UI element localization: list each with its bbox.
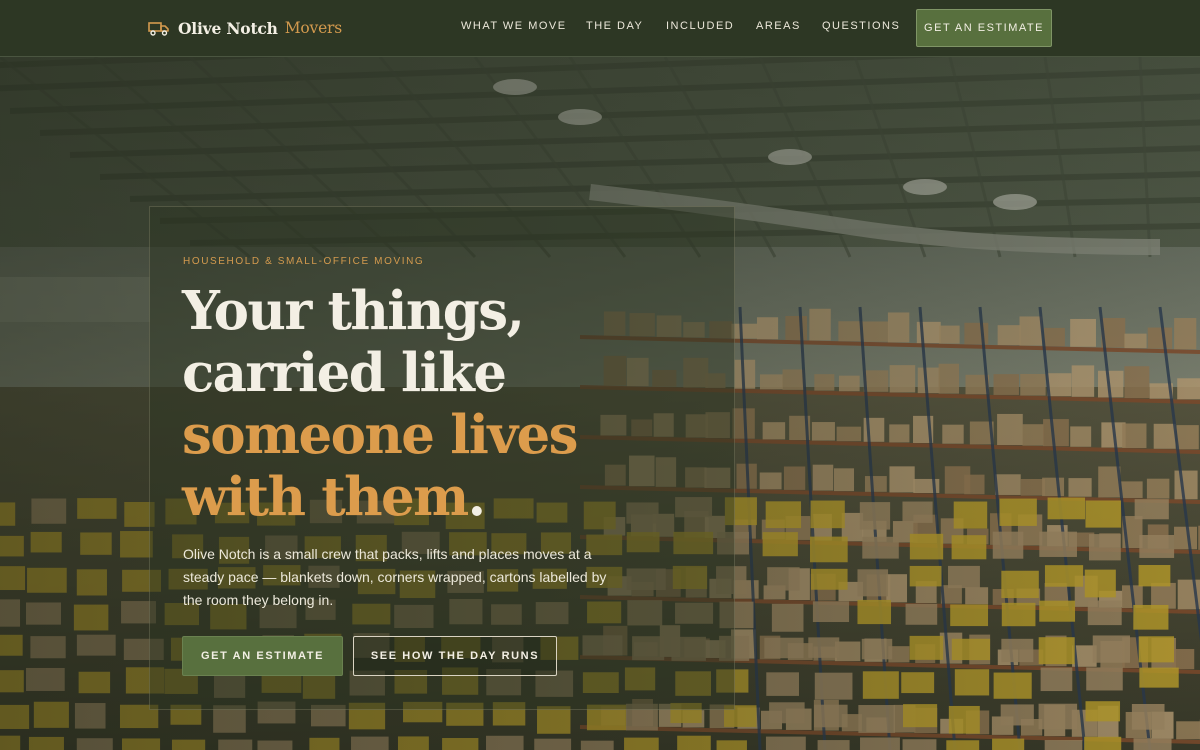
nav-link-what-we-move[interactable]: WHAT WE MOVE: [461, 20, 567, 32]
headline-line-1: Your things,: [182, 280, 525, 342]
headline-line-4: with them: [182, 466, 469, 528]
headline-line-3: someone lives: [182, 404, 578, 466]
nav-link-the-day[interactable]: THE DAY: [586, 20, 643, 32]
nav-link-questions[interactable]: QUESTIONS: [822, 20, 900, 32]
hero-headline: Your things, carried like someone lives …: [182, 280, 702, 528]
nav-estimate-button[interactable]: GET AN ESTIMATE: [916, 9, 1052, 47]
hero-description: Olive Notch is a small crew that packs, …: [183, 546, 607, 608]
get-estimate-button[interactable]: GET AN ESTIMATE: [182, 636, 343, 676]
nav-link-areas[interactable]: AREAS: [756, 20, 801, 32]
hero-eyebrow: HOUSEHOLD & SMALL-OFFICE MOVING: [183, 256, 425, 267]
top-nav: Olive Notch Movers WHAT WE MOVE THE DAY …: [0, 0, 1200, 57]
headline-period: .: [467, 466, 486, 528]
nav-link-included[interactable]: INCLUDED: [666, 20, 734, 32]
see-day-button[interactable]: SEE HOW THE DAY RUNS: [353, 636, 557, 676]
headline-line-2: carried like: [182, 342, 507, 404]
